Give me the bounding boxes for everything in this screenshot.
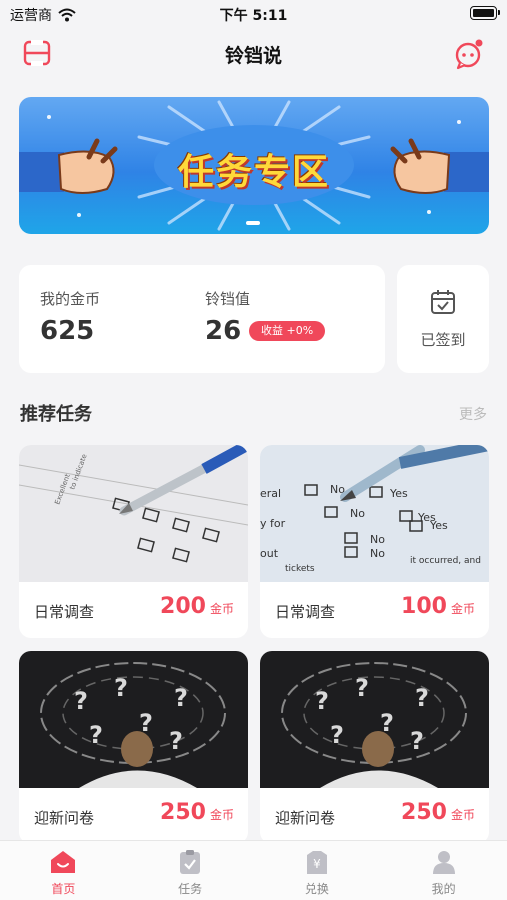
task-reward: 200 金币 xyxy=(160,594,234,619)
task-card[interactable]: ??? ??? 迎新问卷 250 金币 xyxy=(260,651,489,844)
svg-text:eral: eral xyxy=(260,487,281,500)
stats-card: 我的金币 625 铃铛值 26 收益 +0% xyxy=(19,265,385,373)
survey-form-image: eral y for out No Yes No Yes NoYes No it o… xyxy=(260,445,489,582)
svg-text:No: No xyxy=(350,507,365,520)
task-card[interactable]: ??? ??? 迎新问卷 250 金币 xyxy=(19,651,248,844)
svg-text:?: ? xyxy=(114,674,128,702)
tab-exchange-label: 兑换 xyxy=(304,882,329,896)
reward-amount: 250 xyxy=(160,800,206,825)
reward-amount: 100 xyxy=(401,594,447,619)
task-reward: 100 金币 xyxy=(401,594,475,619)
svg-text:Yes: Yes xyxy=(429,519,448,532)
task-reward: 250 金币 xyxy=(401,800,475,825)
svg-text:?: ? xyxy=(169,727,183,755)
banner-title: 任务专区 xyxy=(177,152,330,193)
clock: 下午 5:11 xyxy=(219,8,288,24)
tab-exchange[interactable]: ¥ 兑换 xyxy=(254,841,381,900)
tab-profile-label: 我的 xyxy=(431,882,456,896)
recommended-title: 推荐任务 xyxy=(20,404,92,425)
svg-text:No: No xyxy=(370,547,385,560)
svg-text:Yes: Yes xyxy=(389,487,408,500)
task-icon xyxy=(180,850,201,874)
svg-text:No: No xyxy=(370,533,385,546)
message-icon[interactable] xyxy=(453,38,485,70)
task-name: 迎新问卷 xyxy=(34,809,95,827)
coins-label: 我的金币 xyxy=(40,290,101,308)
svg-text:it occurred, and: it occurred, and xyxy=(410,556,481,566)
tab-profile[interactable]: 我的 xyxy=(380,841,507,900)
more-link[interactable]: 更多 xyxy=(459,404,487,424)
task-banner[interactable]: 任务专区 xyxy=(19,97,489,234)
svg-text:y for: y for xyxy=(260,517,286,530)
exchange-icon: ¥ xyxy=(306,851,327,874)
tab-tasks[interactable]: 任务 xyxy=(127,841,254,900)
nav-bar: 铃铛说 xyxy=(0,28,507,80)
reward-unit: 金币 xyxy=(209,602,234,616)
home-icon xyxy=(51,851,76,873)
battery-icon xyxy=(470,6,500,20)
reward-unit: 金币 xyxy=(209,808,234,822)
svg-text:?: ? xyxy=(174,684,188,712)
calendar-check-icon xyxy=(431,290,455,314)
checkin-label: 已签到 xyxy=(420,331,466,349)
task-reward: 250 金币 xyxy=(160,800,234,825)
page-title: 铃铛说 xyxy=(224,45,282,67)
svg-text:?: ? xyxy=(410,727,424,755)
task-card[interactable]: Excellent to indicate 日常调查 200 金币 xyxy=(19,445,248,638)
income-badge: 收益 +0% xyxy=(249,321,326,341)
reward-unit: 金币 xyxy=(450,602,475,616)
coins-value: 625 xyxy=(40,316,95,346)
lingdang-label: 铃铛值 xyxy=(205,290,251,308)
task-card[interactable]: eral y for out No Yes No Yes No Yes No it o… xyxy=(260,445,489,638)
svg-text:?: ? xyxy=(74,687,88,715)
tab-home[interactable]: 首页 xyxy=(0,841,127,900)
svg-text:out: out xyxy=(260,547,279,560)
svg-text:?: ? xyxy=(89,721,103,749)
profile-icon xyxy=(432,851,455,874)
svg-text:?: ? xyxy=(415,684,429,712)
question-marks-image: ??? ??? xyxy=(260,651,489,788)
reward-amount: 200 xyxy=(160,594,206,619)
tab-bar: 首页 任务 ¥ 兑换 我的 xyxy=(0,840,507,900)
task-name: 迎新问卷 xyxy=(275,809,336,827)
reward-amount: 250 xyxy=(401,800,447,825)
lingdang-value: 26 xyxy=(205,316,242,346)
banner-page-indicator xyxy=(246,221,260,225)
tab-tasks-label: 任务 xyxy=(178,882,203,896)
svg-text:tickets: tickets xyxy=(285,564,315,574)
status-bar: 运营商 下午 5:11 xyxy=(0,0,507,28)
question-marks-image: ??? ??? xyxy=(19,651,248,788)
reward-unit: 金币 xyxy=(450,808,475,822)
task-name: 日常调查 xyxy=(34,603,95,621)
svg-text:?: ? xyxy=(315,687,329,715)
svg-text:?: ? xyxy=(330,721,344,749)
survey-form-image: Excellent to indicate xyxy=(19,445,248,582)
tab-home-label: 首页 xyxy=(51,882,76,896)
checkin-button[interactable]: 已签到 xyxy=(397,265,489,373)
task-name: 日常调查 xyxy=(275,603,336,621)
svg-text:¥: ¥ xyxy=(313,857,321,871)
svg-text:?: ? xyxy=(355,674,369,702)
